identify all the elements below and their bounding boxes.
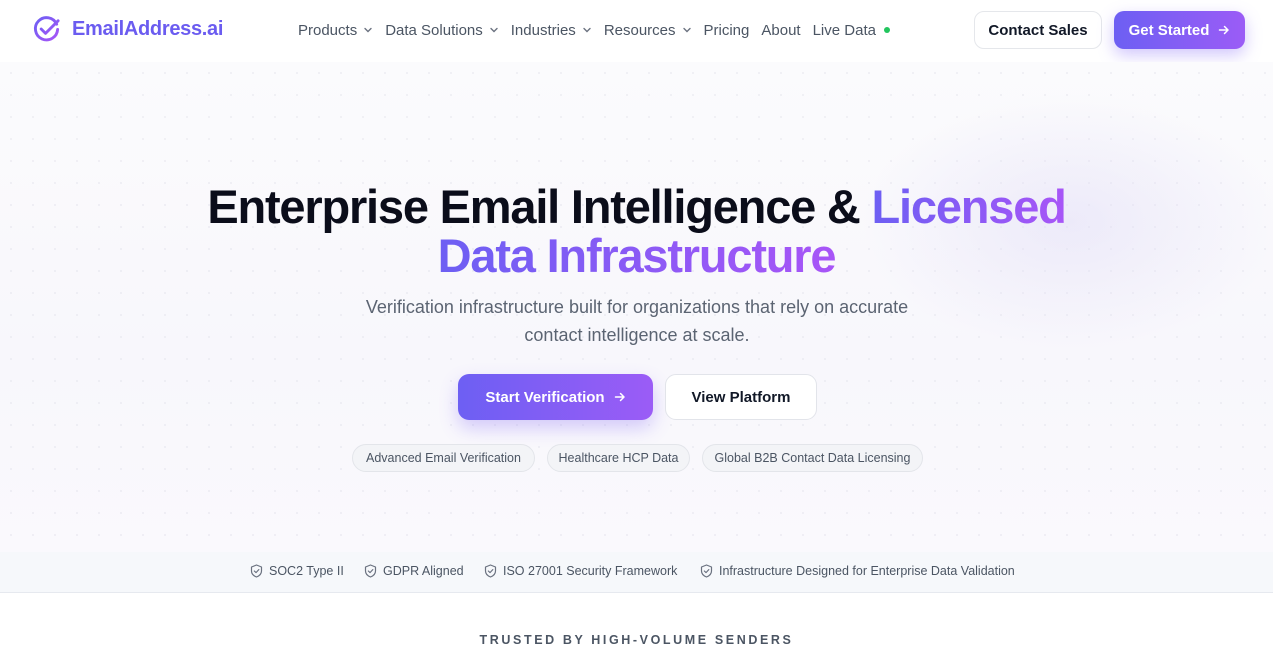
hero-section: Enterprise Email Intelligence & Licensed… — [0, 62, 1273, 552]
brand-logo[interactable]: EmailAddress.ai — [32, 15, 223, 44]
feature-chips: Advanced Email Verification Healthcare H… — [0, 444, 1273, 472]
chevron-down-icon — [364, 27, 372, 33]
chip-label: Advanced Email Verification — [366, 451, 521, 465]
live-indicator-dot — [883, 27, 890, 33]
nav-item-label: Industries — [510, 21, 576, 39]
nav-item-label: Resources — [603, 21, 676, 39]
get-started-button[interactable]: Get Started — [1114, 11, 1245, 49]
nav-item-label: Data Solutions — [385, 21, 483, 39]
trust-item-label: SOC2 Type II — [269, 564, 344, 578]
trust-item-soc2: SOC2 Type II — [250, 564, 344, 578]
arrow-right-icon — [1219, 25, 1230, 35]
trust-item-label: Infrastructure Designed for Enterprise D… — [719, 564, 1015, 578]
nav-item-pricing[interactable]: Pricing — [704, 22, 750, 39]
trust-item-infrastructure: Infrastructure Designed for Enterprise D… — [700, 564, 1015, 578]
view-platform-button[interactable]: View Platform — [665, 374, 817, 420]
shield-check-icon — [364, 564, 377, 578]
start-verification-label: Start Verification — [485, 388, 605, 406]
site-header: EmailAddress.ai Products Data Solutions … — [0, 0, 1273, 62]
brand-name: EmailAddress.ai — [72, 18, 224, 40]
chip-label: Healthcare HCP Data — [558, 451, 679, 465]
nav-item-resources[interactable]: Resources — [604, 22, 692, 39]
hero-title-accent-1: Licensed — [871, 180, 1067, 233]
trust-item-label: GDPR Aligned — [383, 564, 464, 578]
hero-title-main: Enterprise Email Intelligence & — [207, 180, 872, 233]
chip-b2b-licensing[interactable]: Global B2B Contact Data Licensing — [702, 444, 923, 472]
trust-item-iso: ISO 27001 Security Framework — [484, 564, 677, 578]
shield-check-icon — [700, 564, 713, 578]
check-circle-icon — [33, 16, 60, 42]
chip-label: Global B2B Contact Data Licensing — [714, 451, 911, 465]
arrow-right-icon — [614, 392, 625, 402]
hero-title: Enterprise Email Intelligence & Licensed… — [0, 182, 1273, 280]
contact-sales-label: Contact Sales — [988, 21, 1088, 39]
shield-check-icon — [484, 564, 497, 578]
trust-item-label: ISO 27001 Security Framework — [503, 564, 678, 578]
chevron-down-icon — [490, 27, 498, 33]
trust-item-gdpr: GDPR Aligned — [364, 564, 464, 578]
nav-item-label: Live Data — [812, 21, 876, 39]
nav-item-data-solutions[interactable]: Data Solutions — [385, 22, 499, 39]
start-verification-button[interactable]: Start Verification — [458, 374, 653, 420]
chevron-down-icon — [682, 27, 691, 33]
nav-item-label: Products — [298, 21, 358, 39]
nav-item-label: Pricing — [703, 21, 750, 39]
nav-item-about[interactable]: About — [761, 22, 800, 39]
hero-title-accent-2: Data Infrastructure — [437, 229, 837, 282]
get-started-label: Get Started — [1128, 21, 1210, 39]
trusted-by-heading: TRUSTED BY HIGH-VOLUME SENDERS — [479, 633, 794, 647]
shield-check-icon — [250, 564, 263, 578]
chip-healthcare-hcp[interactable]: Healthcare HCP Data — [547, 444, 690, 472]
view-platform-label: View Platform — [691, 388, 791, 406]
nav-item-industries[interactable]: Industries — [511, 22, 592, 39]
nav-item-label: About — [761, 21, 801, 39]
trust-strip: SOC2 Type II GDPR Aligned ISO 27001 Secu… — [0, 552, 1273, 593]
contact-sales-button[interactable]: Contact Sales — [974, 11, 1102, 49]
nav-item-live-data[interactable]: Live Data — [813, 22, 890, 39]
chip-email-verification[interactable]: Advanced Email Verification — [352, 444, 535, 472]
chevron-down-icon — [583, 27, 591, 33]
hero-subtitle: Verification infrastructure built for or… — [365, 297, 909, 345]
main-nav: Products Data Solutions Industries Resou… — [298, 19, 902, 41]
nav-item-products[interactable]: Products — [298, 22, 373, 39]
